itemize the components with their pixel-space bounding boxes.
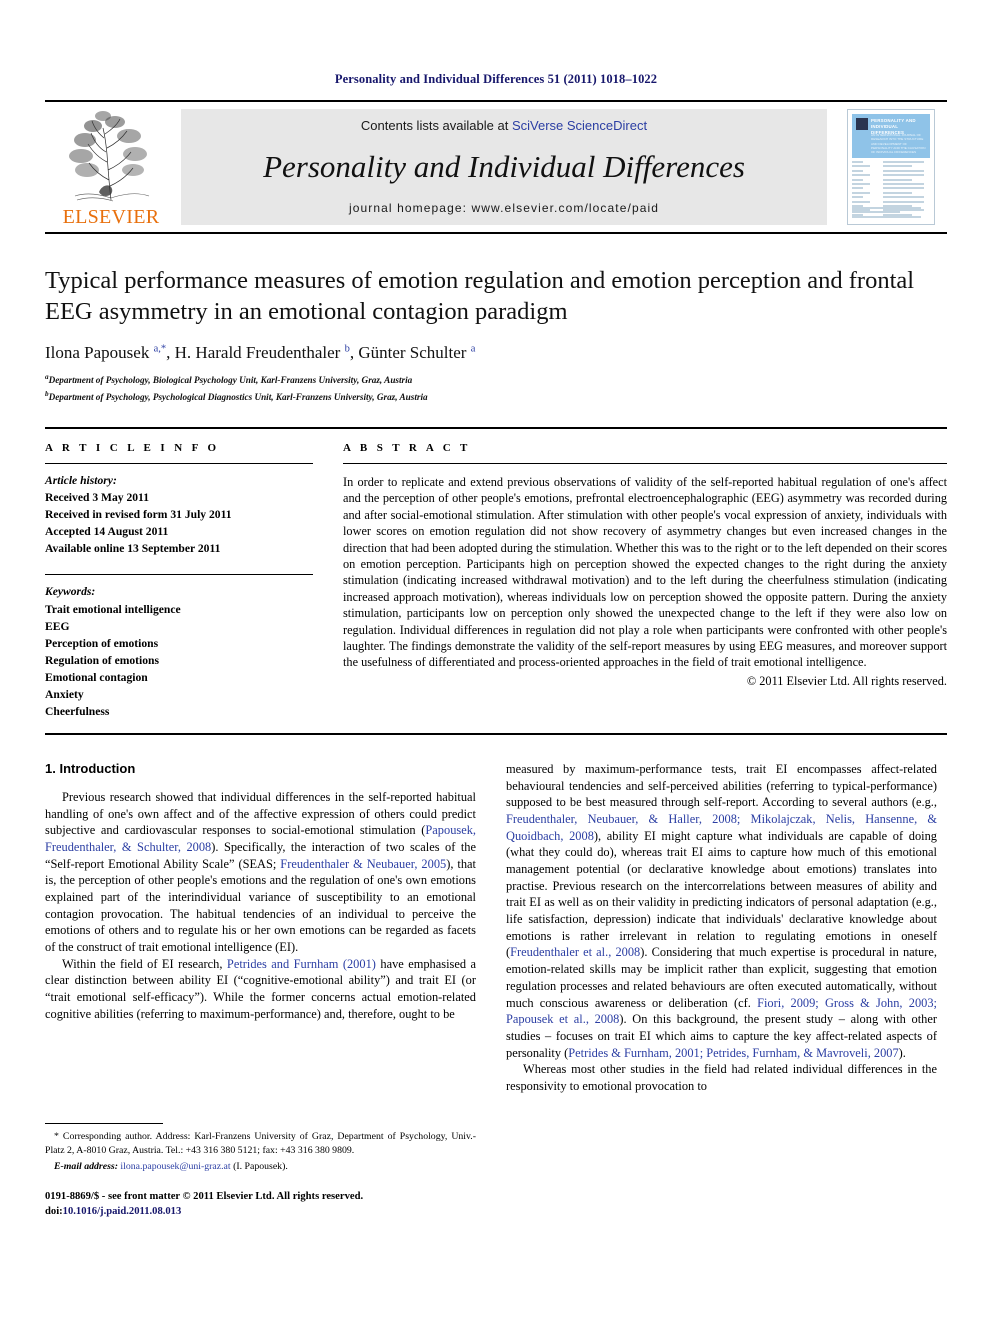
divider <box>45 574 313 576</box>
right-column: measured by maximum-performance tests, t… <box>506 761 937 1219</box>
left-column: 1. Introduction Previous research showed… <box>45 761 476 1219</box>
list-item: Emotional contagion <box>45 671 148 684</box>
list-item: EEG <box>45 619 70 633</box>
paragraph-text: ). <box>898 1045 906 1060</box>
paragraph-text: measured by maximum-performance tests, t… <box>506 762 937 810</box>
issn-line: 0191-8869/$ - see front matter © 2011 El… <box>45 1191 364 1203</box>
affiliation-a-text: Department of Psychology, Biological Psy… <box>48 375 413 386</box>
footnote-text: Corresponding author. Address: Karl-Fran… <box>45 1131 476 1156</box>
doi-line: doi:10.1016/j.paid.2011.08.013 <box>45 1204 476 1219</box>
page-title: Typical performance measures of emotion … <box>45 267 915 325</box>
cover-subtitle: AN INTERNATIONAL JOURNAL OF RESEARCH INT… <box>871 133 926 155</box>
body-columns: 1. Introduction Previous research showed… <box>45 761 947 1219</box>
cover-badge-icon <box>856 118 868 130</box>
citation-link[interactable]: Freudenthaler & Neubauer, 2005 <box>280 857 446 871</box>
list-item: Received 3 May 2011 <box>45 491 149 505</box>
list-item: Perception of emotions <box>45 636 159 650</box>
list-item: Available online 13 September 2011 <box>45 542 221 556</box>
doi-link[interactable]: 10.1016/j.paid.2011.08.013 <box>63 1206 182 1217</box>
running-head: Personality and Individual Differences 5… <box>334 72 658 86</box>
citation-link[interactable]: Petrides & Furnham, 2001; Petrides, Furn… <box>568 1046 898 1060</box>
cover-image: PERSONALITY AND INDIVIDUAL DIFFERENCES A… <box>847 109 935 225</box>
affiliation-b: bDepartment of Psychology, Psychological… <box>45 390 428 403</box>
paragraph-text: Whereas most other studies in the field … <box>506 1062 937 1093</box>
intro-paragraph-4: Whereas most other studies in the field … <box>506 1061 937 1094</box>
cover-footer-lines <box>852 206 930 220</box>
footnote-block: * Corresponding author. Address: Karl-Fr… <box>45 1123 476 1219</box>
abstract-column: A B S T R A C T In order to replicate an… <box>313 442 947 720</box>
paragraph-text: Within the field of EI research, <box>62 956 227 971</box>
list-item: Trait emotional intelligence <box>45 602 181 616</box>
footnote-marker: * <box>54 1131 59 1143</box>
intro-paragraph-3: measured by maximum-performance tests, t… <box>506 761 937 1061</box>
keywords-label: Keywords: <box>45 585 96 599</box>
article-history-label: Article history: <box>45 473 117 487</box>
section-divider <box>45 733 947 736</box>
article-history-list: Received 3 May 2011 Received in revised f… <box>45 489 313 557</box>
elsevier-logo: ELSEVIER <box>45 102 177 232</box>
abstract-copyright: © 2011 Elsevier Ltd. All rights reserved… <box>746 673 947 688</box>
intro-paragraph-1: Previous research showed that individual… <box>45 789 476 956</box>
affiliation-a: aDepartment of Psychology, Biological Ps… <box>45 373 413 386</box>
sciencedirect-link[interactable]: SciVerse ScienceDirect <box>512 118 647 133</box>
citation-link[interactable]: Petrides and Furnham (2001) <box>227 957 376 971</box>
doi-label: doi: <box>45 1206 63 1218</box>
list-item: Received in revised form 31 July 2011 <box>45 508 232 522</box>
journal-title: Personality and Individual Differences <box>263 148 745 184</box>
article-info-column: A R T I C L E I N F O Article history: R… <box>45 442 313 720</box>
email-line: E-mail address: ilona.papousek@uni-graz.… <box>45 1160 476 1174</box>
info-abstract-section: A R T I C L E I N F O Article history: R… <box>45 426 947 720</box>
section-title-introduction: 1. Introduction <box>45 761 136 777</box>
keywords-list: Trait emotional intelligence EEG Perceptio… <box>45 601 313 720</box>
paragraph-text: ), ability EI might capture what individ… <box>506 828 938 960</box>
affiliation-b-text: Department of Psychology, Psychological … <box>48 392 428 403</box>
list-item: Cheerfulness <box>45 705 110 719</box>
abstract-text: In order to replicate and extend previou… <box>343 474 947 670</box>
email-label: E-mail address: <box>54 1160 118 1172</box>
issn-footer: 0191-8869/$ - see front matter © 2011 El… <box>45 1189 476 1219</box>
article-info-heading: A R T I C L E I N F O <box>45 441 220 454</box>
journal-cover-thumbnail: PERSONALITY AND INDIVIDUAL DIFFERENCES A… <box>835 102 947 232</box>
elsevier-tree-icon <box>63 108 159 206</box>
elsevier-wordmark: ELSEVIER <box>62 206 160 228</box>
journal-banner: Contents lists available at SciVerse Sci… <box>181 109 827 225</box>
journal-homepage[interactable]: journal homepage: www.elsevier.com/locat… <box>349 201 659 215</box>
email-suffix: (I. Papousek). <box>233 1160 288 1172</box>
intro-paragraph-2: Within the field of EI research, Petride… <box>45 956 476 1023</box>
citation-link[interactable]: Freudenthaler et al., 2008 <box>510 945 640 959</box>
corresponding-author-note: * Corresponding author. Address: Karl-Fr… <box>45 1130 476 1157</box>
list-item: Anxiety <box>45 688 84 702</box>
email-link[interactable]: ilona.papousek@uni-graz.at <box>120 1161 230 1172</box>
paragraph-text: ), that is, the perception of other peop… <box>45 856 476 955</box>
list-item: Accepted 14 August 2011 <box>45 525 169 539</box>
cover-header: PERSONALITY AND INDIVIDUAL DIFFERENCES A… <box>852 114 930 158</box>
list-item: Regulation of emotions <box>45 653 160 667</box>
divider <box>343 462 947 464</box>
paper-page: Personality and Individual Differences 5… <box>0 0 992 1323</box>
paragraph-text: Previous research showed that individual… <box>45 790 476 838</box>
title-block: Typical performance measures of emotion … <box>45 234 947 405</box>
divider <box>45 462 313 464</box>
contents-prefix: Contents lists available at <box>360 118 509 133</box>
author-list: Ilona Papousek a,*, H. Harald Freudentha… <box>45 343 476 363</box>
abstract-heading: A B S T R A C T <box>343 441 471 454</box>
contents-available-line: Contents lists available at SciVerse Sci… <box>361 118 647 133</box>
journal-masthead: ELSEVIER Contents lists available at Sci… <box>45 100 947 234</box>
footnote-rule <box>45 1123 163 1125</box>
